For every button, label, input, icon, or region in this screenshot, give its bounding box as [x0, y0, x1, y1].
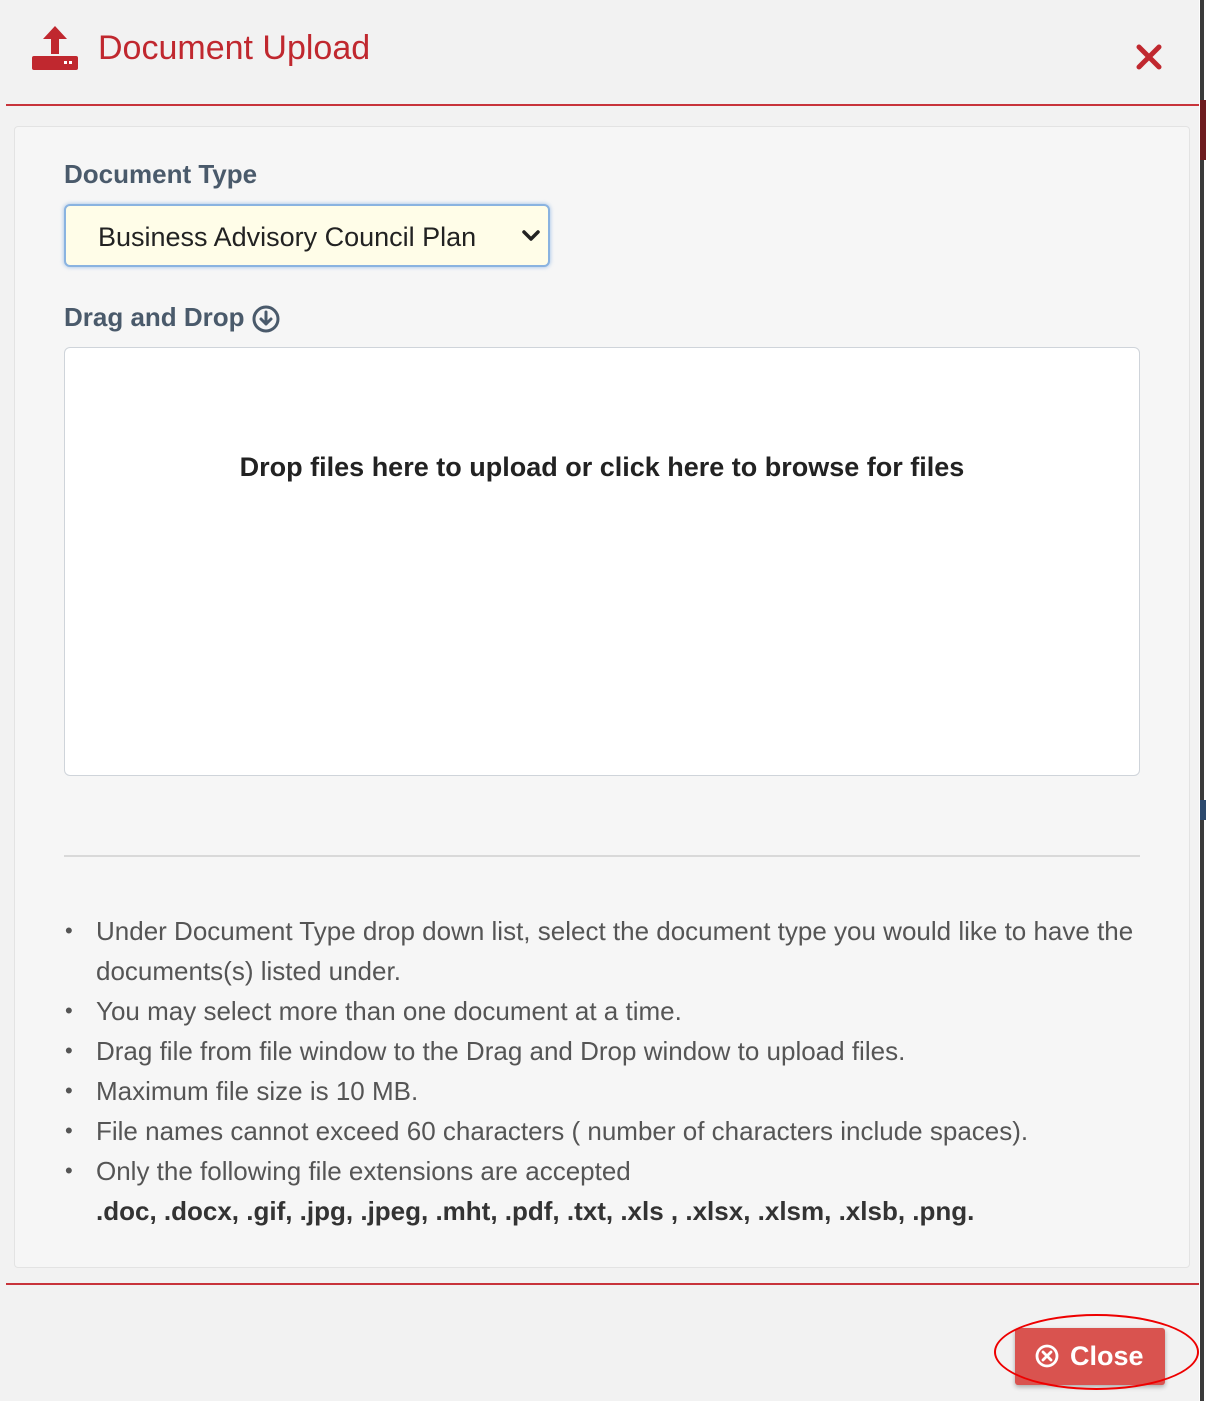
drag-and-drop-label: Drag and Drop [64, 302, 245, 332]
chevron-down-icon [522, 230, 540, 241]
background-edge-accent [1200, 100, 1206, 160]
background-page-edge [1199, 0, 1206, 1401]
dialog-title: Document Upload [98, 29, 371, 67]
document-type-value: Business Advisory Council Plan [98, 222, 477, 252]
dialog-body: Document Type Business Advisory Council … [14, 126, 1190, 1268]
instruction-text: Only the following file extensions are a… [96, 1156, 631, 1186]
footer-divider [6, 1283, 1199, 1285]
instructions-list: Under Document Type drop down list, sele… [59, 911, 1159, 1231]
background-edge-dark [1200, 0, 1204, 1401]
document-type-select[interactable]: Business Advisory Council Plan [64, 204, 550, 267]
document-type-label: Document Type [64, 159, 258, 189]
close-button-label: Close [1070, 1341, 1144, 1371]
instruction-item: You may select more than one document at… [59, 991, 1159, 1031]
drop-zone[interactable]: Drop files here to upload or click here … [64, 347, 1140, 776]
instruction-item: Under Document Type drop down list, sele… [59, 911, 1159, 991]
instruction-item: Drag file from file window to the Drag a… [59, 1031, 1159, 1071]
drop-zone-message: Drop files here to upload or click here … [239, 452, 965, 482]
arrow-down-circle-icon [252, 305, 280, 333]
upload-icon [32, 26, 78, 70]
x-circle-icon [1035, 1344, 1059, 1368]
background-edge-blue [1200, 800, 1206, 820]
close-button[interactable]: Close [1015, 1328, 1165, 1385]
instruction-item: File names cannot exceed 60 characters (… [59, 1111, 1159, 1151]
divider [64, 855, 1140, 857]
instruction-item: Maximum file size is 10 MB. [59, 1071, 1159, 1111]
upload-dialog: Document Upload Document Type Business A… [6, 0, 1199, 1401]
close-icon[interactable] [1134, 42, 1164, 72]
dialog-header: Document Upload [6, 0, 1199, 106]
file-extensions-list: .doc, .docx, .gif, .jpg, .jpeg, .mht, .p… [96, 1196, 975, 1226]
instruction-item: Only the following file extensions are a… [59, 1151, 1159, 1231]
